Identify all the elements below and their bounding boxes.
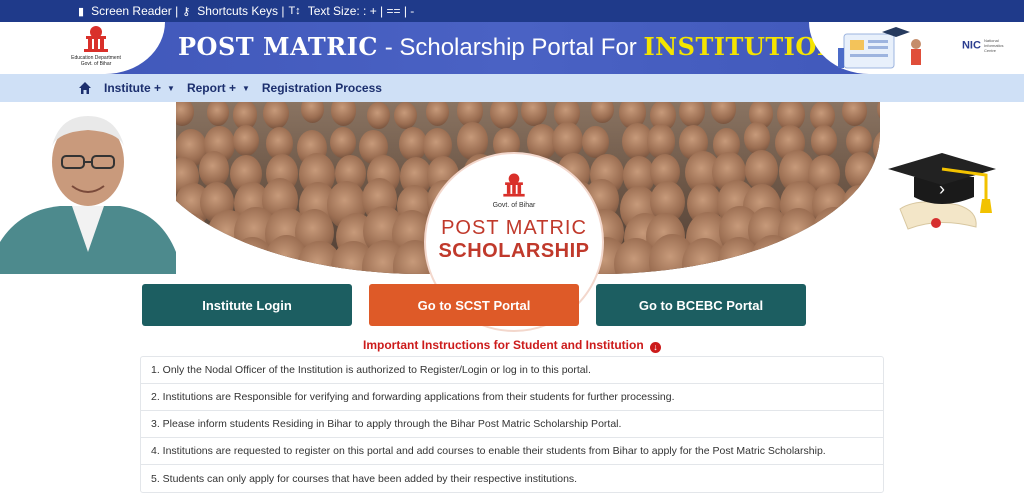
instructions-heading: Important Instructions for Student and I…	[0, 338, 1024, 353]
scholarship-illustration	[838, 27, 921, 69]
crowd-face	[367, 102, 390, 129]
nav-report-menu[interactable]: Report + ▼	[187, 81, 250, 95]
title-post-matric: POST MATRIC	[178, 32, 379, 61]
crowd-face	[710, 102, 736, 125]
crowd-face	[877, 102, 880, 124]
nav-institute-label: Institute +	[104, 81, 162, 95]
list-item: 5. Students can only apply for courses t…	[151, 472, 578, 485]
list-item: 2. Institutions are Responsible for veri…	[141, 384, 883, 411]
crowd-face	[300, 102, 325, 124]
crowd-face	[206, 102, 230, 126]
arrow-down-circle-icon[interactable]: ↓	[650, 342, 661, 353]
hero-banner: Govt. of Bihar POST MATRIC SCHOLARSHIP ›	[0, 102, 1024, 332]
badge-post-matric: POST MATRIC	[441, 217, 587, 239]
crowd-face	[591, 102, 614, 123]
home-icon[interactable]	[78, 81, 92, 95]
emblem-caption-line2: Govt. of Bihar	[80, 61, 112, 67]
nav-registration-process[interactable]: Registration Process	[262, 81, 382, 95]
crowd-face	[842, 102, 868, 126]
instructions-list: 1. Only the Nodal Officer of the Institu…	[140, 356, 884, 493]
crowd-face	[394, 102, 418, 129]
bihar-emblem-logo	[84, 26, 108, 52]
text-size-icon: T↕	[288, 5, 301, 17]
nav-report-label: Report +	[186, 81, 236, 95]
text-size-controls[interactable]: Text Size: : + | == | -	[308, 4, 415, 18]
nic-logo: NIC National Informatics Centre	[962, 38, 1006, 53]
instructions-title-text: Important Instructions for Student and I…	[363, 338, 644, 352]
page-title: POST MATRIC - Scholarship Portal For INS…	[178, 32, 839, 62]
main-nav: Institute + ▼ Report + ▼ Registration Pr…	[0, 74, 1024, 102]
crowd-face	[521, 102, 547, 126]
list-item: 1. Only the Nodal Officer of the Institu…	[141, 357, 883, 384]
bcebc-portal-button[interactable]: Go to BCEBC Portal	[596, 284, 806, 326]
site-header: Education Department Govt. of Bihar POST…	[0, 22, 1024, 74]
crowd-face	[490, 102, 519, 130]
crowd-face	[330, 102, 357, 126]
screen-reader-link[interactable]: Screen Reader |	[91, 4, 178, 18]
crowd-face	[233, 124, 260, 157]
chief-minister-photo	[0, 102, 176, 274]
crowd-face	[679, 102, 706, 127]
portal-buttons: Institute Login Go to SCST Portal Go to …	[0, 284, 1024, 326]
badge-govt-label: Govt. of Bihar	[492, 202, 536, 209]
institute-login-button[interactable]: Institute Login	[142, 284, 352, 326]
list-item: 3. Please inform students Residing in Bi…	[141, 411, 883, 438]
emblem-caption: Education Department Govt. of Bihar	[64, 55, 128, 67]
screen-reader-icon: ▮	[78, 5, 85, 18]
accessibility-bar: ▮ Screen Reader | ⚷ Shortcuts Keys | T↕ …	[0, 0, 1024, 22]
scst-portal-button[interactable]: Go to SCST Portal	[369, 284, 579, 326]
carousel-next-arrow[interactable]: ›	[939, 179, 945, 200]
badge-scholarship: SCHOLARSHIP	[438, 240, 590, 262]
bihar-emblem-badge-icon	[503, 173, 525, 197]
caret-down-icon: ▼	[241, 83, 250, 93]
crowd-face	[426, 102, 450, 127]
list-item: 4. Institutions are requested to registe…	[141, 438, 883, 465]
nav-registration-label: Registration Process	[261, 81, 382, 95]
crowd-face	[810, 125, 838, 158]
title-scholarship-portal: - Scholarship Portal For	[384, 34, 637, 61]
nav-institute-menu[interactable]: Institute + ▼	[104, 81, 175, 95]
crowd-face	[329, 126, 356, 158]
shortcut-keys-link[interactable]: Shortcuts Keys |	[197, 4, 284, 18]
nic-logo-subtext: National Informatics Centre	[984, 38, 1004, 53]
crowd-face	[743, 122, 771, 155]
title-institution: INSTITUTION	[643, 32, 840, 61]
crowd-face	[262, 102, 289, 130]
key-icon: ⚷	[182, 5, 191, 18]
caret-down-icon: ▼	[167, 83, 175, 93]
nic-logo-text: NIC	[961, 39, 981, 52]
